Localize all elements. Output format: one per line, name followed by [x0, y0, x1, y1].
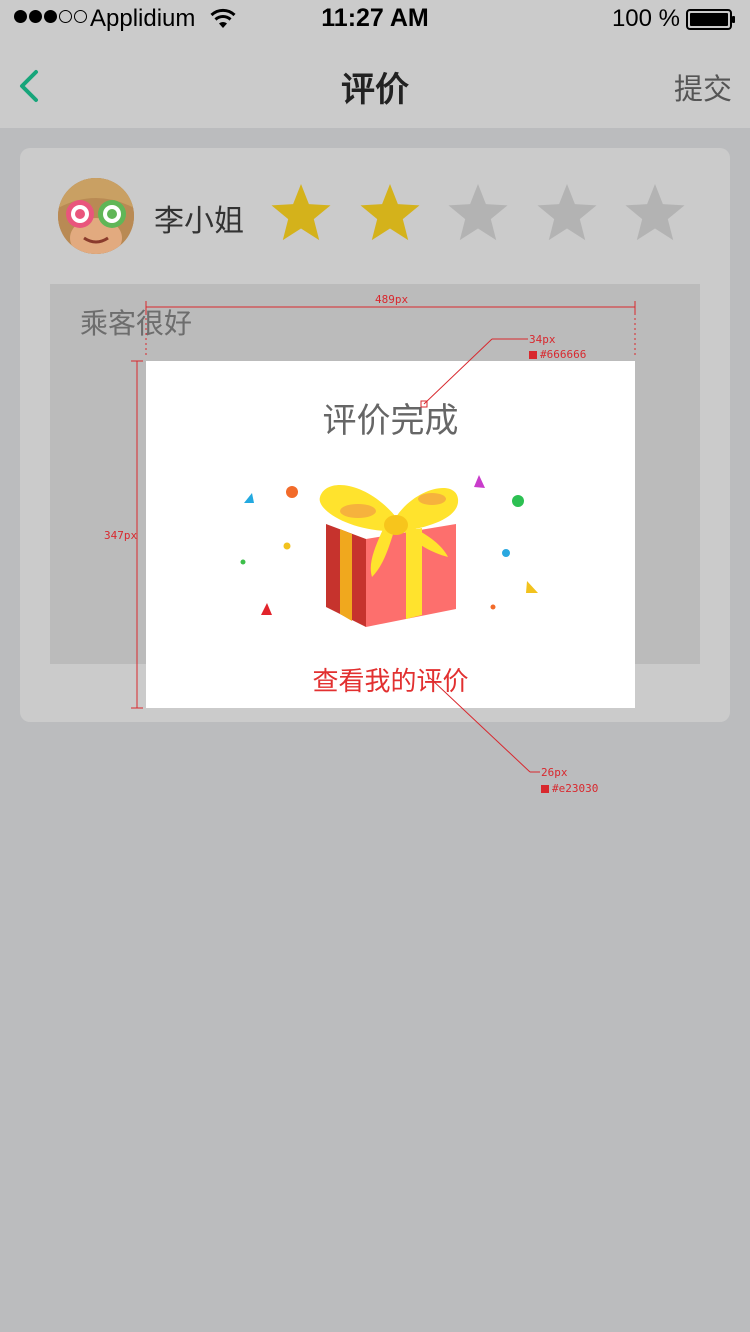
star-icon[interactable] [624, 182, 686, 244]
star-rating[interactable] [270, 182, 690, 244]
battery-icon [686, 9, 735, 30]
star-icon[interactable] [359, 182, 421, 244]
star-icon[interactable] [447, 182, 509, 244]
comment-text: 乘客很好 [80, 307, 193, 340]
star-icon[interactable] [270, 182, 332, 244]
review-complete-dialog: 评价完成 查看我的评价 [146, 361, 635, 708]
view-my-review-link[interactable]: 查看我的评价 [146, 661, 635, 698]
dialog-title: 评价完成 [322, 401, 459, 441]
status-bar: Applidium 11:27 AM 100 % [0, 0, 750, 40]
gift-box-icon [240, 475, 538, 627]
link-size-annotation: 26px [541, 766, 568, 779]
avatar [58, 178, 134, 254]
page-title: 评价 [341, 70, 409, 110]
navigation-bar: 评价 提交 [0, 40, 750, 128]
battery-percentage: 100 % [611, 5, 680, 32]
link-color-annotation: #e23030 [541, 782, 598, 795]
submit-button[interactable]: 提交 [674, 66, 732, 108]
star-icon[interactable] [536, 182, 598, 244]
user-name: 李小姐 [154, 204, 244, 239]
